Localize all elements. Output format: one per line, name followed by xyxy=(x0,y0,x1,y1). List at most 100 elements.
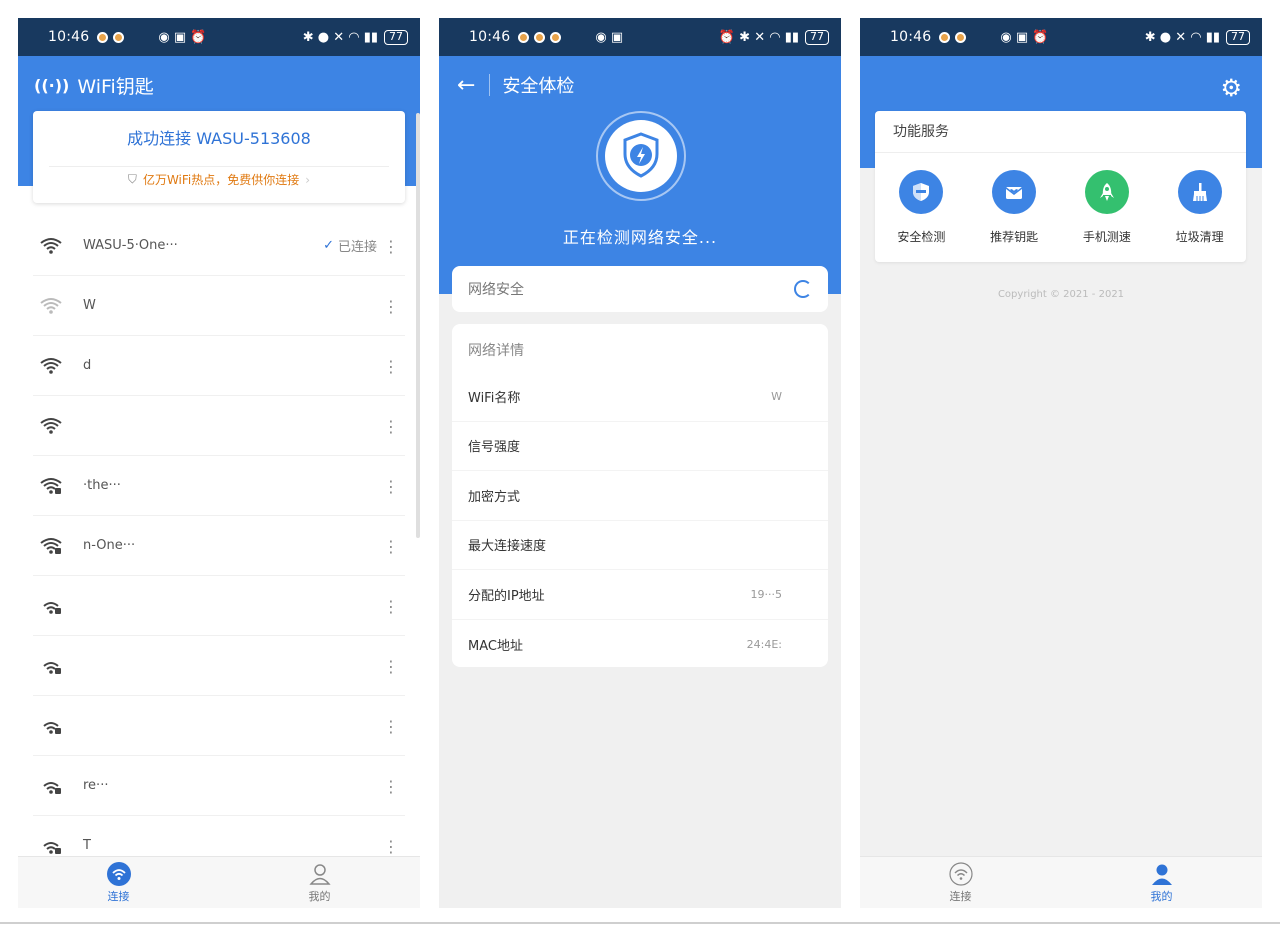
wifi-row[interactable]: re··· ⋮ xyxy=(33,756,405,816)
wifi-name: ·the··· xyxy=(83,478,121,493)
more-vertical-icon[interactable]: ⋮ xyxy=(383,636,399,696)
wifi-antenna-icon: ((·)) xyxy=(34,76,70,95)
wifi-name: d xyxy=(83,358,92,373)
status-time: 10:46 xyxy=(48,29,90,45)
detail-label: MAC地址 xyxy=(468,638,523,654)
services-card: 功能服务 安全检测 推荐钥匙 手机测速 垃圾清理 xyxy=(875,111,1246,262)
service-label: 推荐钥匙 xyxy=(990,230,1039,244)
service-mail-heart[interactable]: 推荐钥匙 xyxy=(968,170,1061,245)
wifi-name: W xyxy=(83,298,96,313)
service-label: 手机测速 xyxy=(1082,230,1131,244)
connected-badge: ✓ 已连接 xyxy=(323,236,377,255)
more-vertical-icon[interactable]: ⋮ xyxy=(383,576,399,636)
wifi-name: re··· xyxy=(83,778,109,793)
detail-value: 24:4E: xyxy=(746,637,782,651)
wifi-row[interactable]: W ⋮ xyxy=(33,276,405,336)
wifi-name: n-One··· xyxy=(83,538,136,553)
more-vertical-icon[interactable]: ⋮ xyxy=(383,216,399,276)
status-icons: ◉ ▣ ⏰ xyxy=(1000,29,1049,45)
bottom-tab-bar: 连接 我的 xyxy=(860,856,1262,908)
wifi-signal-icon xyxy=(33,837,83,855)
wifi-row[interactable]: ·the··· ⋮ xyxy=(33,456,405,516)
shield-scan-icon xyxy=(595,110,687,202)
wifi-signal-icon xyxy=(33,597,83,615)
more-vertical-icon[interactable]: ⋮ xyxy=(383,756,399,816)
broom-icon xyxy=(1177,170,1222,214)
service-broom[interactable]: 垃圾清理 xyxy=(1153,170,1246,245)
status-time: 10:46 xyxy=(890,29,932,45)
detail-row: 分配的IP地址 19···5 xyxy=(452,570,828,620)
wifi-signal-icon xyxy=(33,717,83,735)
more-vertical-icon[interactable]: ⋮ xyxy=(383,696,399,756)
loading-spinner-icon xyxy=(794,280,812,298)
detail-row: MAC地址 24:4E: xyxy=(452,620,828,670)
promo-link[interactable]: ⛉ 亿万WiFi热点，免费供你连接 › xyxy=(33,171,405,188)
tab-connect[interactable]: 连接 xyxy=(860,857,1061,908)
user-tab-icon xyxy=(308,862,332,886)
app-title: ((·)) WiFi钥匙 xyxy=(34,72,154,99)
connected-status: 成功连接 WASU-513608 xyxy=(127,129,311,148)
status-bar: 10:46 ◉ ▣ ⏰ ✱ ✕ ◠ ▮▮ 77 xyxy=(439,18,841,56)
wifi-row[interactable]: ⋮ xyxy=(33,576,405,636)
wifi-signal-icon xyxy=(33,417,83,435)
wifi-row[interactable]: ⋮ xyxy=(33,696,405,756)
more-vertical-icon[interactable]: ⋮ xyxy=(383,336,399,396)
wifi-row[interactable]: n-One··· ⋮ xyxy=(33,516,405,576)
detail-row: 加密方式 xyxy=(452,471,828,521)
status-right: ✱ ● ✕ ◠ ▮▮ 77 xyxy=(303,29,408,45)
app-title-text: WiFi钥匙 xyxy=(77,76,154,98)
back-arrow-icon[interactable]: ← xyxy=(457,73,475,98)
detail-value: W xyxy=(771,389,782,403)
network-details-card: 网络详情 WiFi名称 W 信号强度 加密方式 最大连接速度 分配的IP地址 19···5 M… xyxy=(452,324,828,667)
service-label: 垃圾清理 xyxy=(1175,230,1224,244)
tab-mine-label: 我的 xyxy=(1150,889,1173,903)
wifi-signal-icon xyxy=(33,477,83,495)
tab-mine[interactable]: 我的 xyxy=(219,857,420,908)
detail-label: 最大连接速度 xyxy=(468,539,547,555)
services-header: 功能服务 xyxy=(875,111,1246,153)
wifi-row[interactable]: WASU-5·One··· ✓ 已连接 ⋮ xyxy=(33,216,405,276)
notification-icons xyxy=(939,31,967,43)
wifi-row[interactable]: ⋮ xyxy=(33,396,405,456)
wifi-name: T xyxy=(83,838,91,853)
detail-row: 最大连接速度 xyxy=(452,521,828,570)
more-vertical-icon[interactable]: ⋮ xyxy=(383,396,399,456)
shield-icon: ⛉ xyxy=(127,172,137,186)
tab-connect[interactable]: 连接 xyxy=(18,857,219,908)
detail-label: 分配的IP地址 xyxy=(468,588,545,604)
user-tab-icon xyxy=(1150,862,1174,886)
tab-connect-label: 连接 xyxy=(107,889,130,903)
battery-icon: 77 xyxy=(384,29,408,45)
connection-card: 成功连接 WASU-513608 ⛉ 亿万WiFi热点，免费供你连接 › xyxy=(33,111,405,203)
status-bar: 10:46 ◉ ▣ ⏰ ✱ ● ✕ ◠ ▮▮ 77 xyxy=(18,18,420,56)
detail-label: WiFi名称 xyxy=(468,390,521,406)
wifi-signal-icon xyxy=(33,237,83,255)
service-rocket[interactable]: 手机测速 xyxy=(1061,170,1154,245)
divider xyxy=(0,922,1280,924)
status-right: ⏰ ✱ ✕ ◠ ▮▮ 77 xyxy=(719,29,829,45)
detail-row: 信号强度 xyxy=(452,422,828,471)
tab-connect-label: 连接 xyxy=(949,889,972,903)
wifi-row[interactable]: ⋮ xyxy=(33,636,405,696)
more-vertical-icon[interactable]: ⋮ xyxy=(383,276,399,336)
more-vertical-icon[interactable]: ⋮ xyxy=(383,456,399,516)
service-shield[interactable]: 安全检测 xyxy=(875,170,968,245)
detail-label: 信号强度 xyxy=(468,440,521,456)
notification-icons xyxy=(97,31,125,43)
bottom-tab-bar: 连接 我的 xyxy=(18,856,420,908)
gear-icon[interactable]: ⚙ xyxy=(1220,74,1242,102)
scrollbar[interactable] xyxy=(416,113,420,538)
check-icon: ✓ xyxy=(323,238,334,253)
chevron-right-icon: › xyxy=(305,172,311,187)
details-header: 网络详情 xyxy=(468,343,524,359)
tab-mine[interactable]: 我的 xyxy=(1061,857,1262,908)
service-label: 安全检测 xyxy=(897,230,946,244)
notification-icons xyxy=(518,31,562,43)
status-right: ✱ ● ✕ ◠ ▮▮ 77 xyxy=(1145,29,1250,45)
wifi-row[interactable]: d ⋮ xyxy=(33,336,405,396)
rocket-icon xyxy=(1084,170,1129,214)
status-bar: 10:46 ◉ ▣ ⏰ ✱ ● ✕ ◠ ▮▮ 77 xyxy=(860,18,1262,56)
network-security-card: 网络安全 xyxy=(452,266,828,312)
shield-icon xyxy=(899,170,944,214)
more-vertical-icon[interactable]: ⋮ xyxy=(383,516,399,576)
